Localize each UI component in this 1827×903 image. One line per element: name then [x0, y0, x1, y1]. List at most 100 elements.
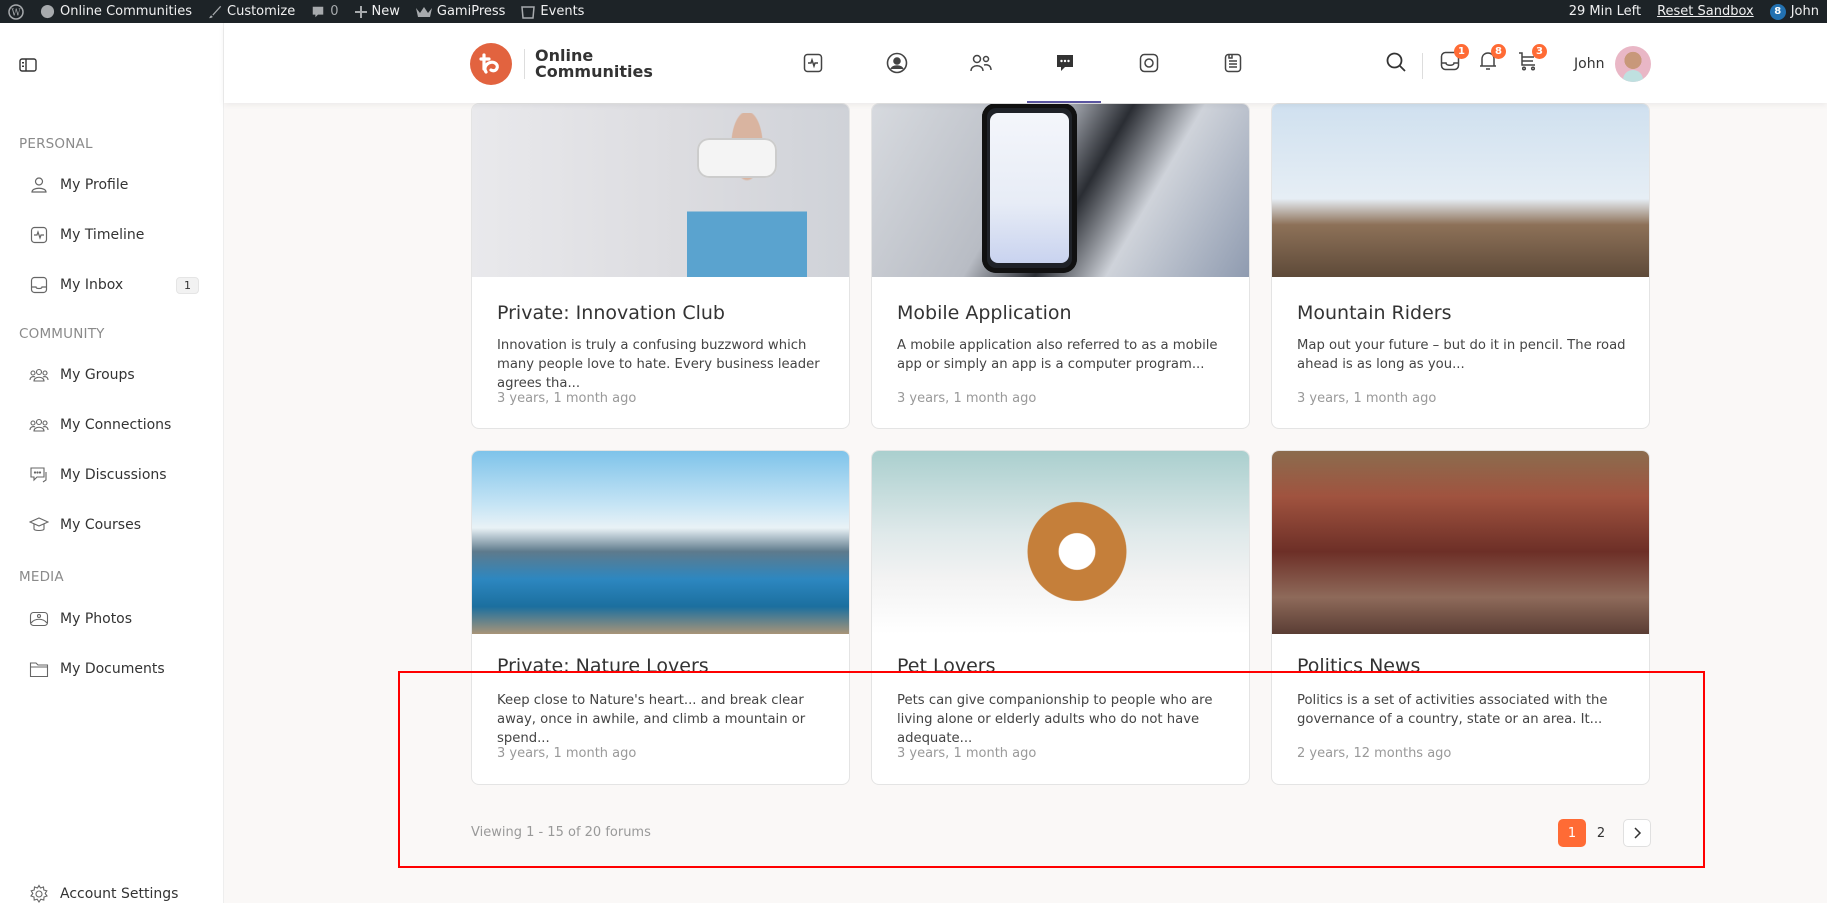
new-content-link[interactable]: New [347, 0, 408, 23]
account-menu[interactable]: 8 John [1762, 0, 1827, 23]
logo-mark-icon [470, 43, 512, 85]
forum-cover-image [1272, 451, 1649, 634]
section-community: COMMUNITY [19, 326, 105, 342]
header-user-name[interactable]: John [1574, 56, 1604, 72]
sidebar-item-my-photos[interactable]: My Photos [29, 607, 199, 631]
forum-title[interactable]: Private: Nature Lovers [497, 655, 709, 677]
wordpress-logo-button[interactable]: W [0, 0, 32, 23]
nav-active-indicator [1027, 101, 1101, 103]
forum-title[interactable]: Mountain Riders [1297, 302, 1452, 324]
forum-card[interactable]: Private: Nature Lovers Keep close to Nat… [471, 450, 850, 785]
forum-description: Map out your future – but do it in penci… [1297, 338, 1626, 372]
site-header: Online Communities 1 8 3 John [224, 23, 1827, 103]
forum-card[interactable]: Politics News Politics is a set of activ… [1271, 450, 1650, 785]
cart-button[interactable]: 3 [1518, 44, 1547, 75]
time-left-text: 29 Min Left [1568, 4, 1642, 19]
sidebar-item-my-groups[interactable]: My Groups [29, 363, 199, 387]
sidebar-toggle-button[interactable] [19, 57, 37, 72]
notifications-button[interactable]: 8 [1479, 44, 1506, 75]
inbox-button[interactable]: 1 [1440, 44, 1469, 75]
forum-title[interactable]: Mobile Application [897, 302, 1072, 324]
page-2-button[interactable]: 2 [1587, 819, 1615, 847]
forum-timestamp: 3 years, 1 month ago [1297, 391, 1437, 406]
sidebar-item-account-settings[interactable]: Account Settings [29, 882, 199, 903]
sidebar-item-my-connections[interactable]: My Connections [29, 413, 199, 437]
sidebar-item-my-timeline[interactable]: My Timeline [29, 223, 199, 247]
events-link[interactable]: Events [513, 0, 592, 23]
inbox-icon [29, 275, 49, 295]
activity-icon [29, 225, 49, 245]
section-personal: PERSONAL [19, 136, 93, 152]
groups-icon [970, 54, 992, 72]
forum-chat-icon [1057, 55, 1073, 71]
nav-documents[interactable] [1221, 51, 1245, 75]
forum-title[interactable]: Politics News [1297, 655, 1420, 677]
brush-icon [208, 5, 222, 18]
forum-title[interactable]: Pet Lovers [897, 655, 995, 677]
forum-timestamp: 3 years, 1 month ago [897, 391, 1037, 406]
svg-text:W: W [11, 8, 21, 18]
comment-icon [313, 6, 324, 17]
gear-icon [29, 884, 49, 903]
gamipress-link[interactable]: GamiPress [408, 0, 514, 23]
nav-activity[interactable] [801, 51, 825, 75]
sidebar-item-my-inbox[interactable]: My Inbox 1 [29, 273, 199, 297]
documents-icon [29, 659, 49, 679]
nav-groups[interactable] [969, 51, 993, 75]
dashboard-icon [40, 4, 55, 19]
notifications-count-badge: 8 [1491, 44, 1506, 59]
calendar-icon [521, 6, 536, 19]
site-logo[interactable]: Online Communities [470, 43, 653, 85]
sidebar-item-my-discussions[interactable]: My Discussions [29, 463, 199, 487]
forum-title[interactable]: Private: Innovation Club [497, 302, 725, 324]
forum-timestamp: 3 years, 1 month ago [897, 746, 1037, 761]
forum-description: A mobile application also referred to as… [897, 338, 1218, 372]
nav-members[interactable] [885, 51, 909, 75]
header-separator [1422, 53, 1423, 79]
forum-cover-image [472, 104, 849, 277]
sidebar-toggle-icon [19, 58, 37, 72]
customize-link[interactable]: Customize [200, 0, 303, 23]
user-circle-icon [886, 52, 908, 74]
inbox-count-badge: 1 [176, 276, 199, 294]
forum-card[interactable]: Private: Innovation Club Innovation is t… [471, 103, 850, 429]
sidebar-item-my-courses[interactable]: My Courses [29, 513, 199, 537]
crown-icon [415, 6, 432, 17]
sidebar-item-my-profile[interactable]: My Profile [29, 173, 199, 197]
user-icon [29, 175, 49, 195]
forum-cover-image [472, 451, 849, 634]
forum-description: Politics is a set of activities associat… [1297, 693, 1608, 727]
next-page-button[interactable] [1623, 819, 1651, 847]
forum-card[interactable]: Pet Lovers Pets can give companionship t… [871, 450, 1250, 785]
forum-card[interactable]: Mountain Riders Map out your future – bu… [1271, 103, 1650, 429]
discussions-icon [29, 465, 49, 485]
search-button[interactable] [1385, 51, 1407, 77]
avatar[interactable] [1615, 46, 1651, 82]
forum-description: Keep close to Nature's heart... and brea… [497, 693, 806, 746]
cart-count-badge: 3 [1532, 44, 1547, 59]
forum-timestamp: 3 years, 1 month ago [497, 746, 637, 761]
search-icon [1386, 52, 1406, 72]
forum-timestamp: 3 years, 1 month ago [497, 391, 637, 406]
forum-description: Innovation is truly a confusing buzzword… [497, 338, 820, 391]
reset-sandbox-link[interactable]: Reset Sandbox [1649, 0, 1762, 23]
site-name-link[interactable]: Online Communities [32, 0, 200, 23]
activity-icon [803, 53, 823, 73]
sidebar: PERSONAL My Profile My Timeline My Inbox… [0, 23, 224, 903]
pagination-summary: Viewing 1 - 15 of 20 forums [471, 825, 651, 840]
groups-icon [29, 365, 49, 385]
forum-card[interactable]: Mobile Application A mobile application … [871, 103, 1250, 429]
photos-icon [29, 609, 49, 629]
comments-link[interactable]: 0 [303, 0, 346, 23]
notification-badge: 8 [1769, 3, 1786, 20]
nav-forums[interactable] [1053, 51, 1077, 75]
sidebar-item-my-documents[interactable]: My Documents [29, 657, 199, 681]
connections-icon [29, 415, 49, 435]
logo-divider [524, 49, 525, 79]
nav-photos[interactable] [1137, 51, 1161, 75]
forum-cover-image [1272, 104, 1649, 277]
section-media: MEDIA [19, 569, 64, 585]
page-1-button[interactable]: 1 [1558, 819, 1586, 847]
site-title: Online Communities [535, 46, 653, 81]
document-icon [1224, 53, 1242, 73]
